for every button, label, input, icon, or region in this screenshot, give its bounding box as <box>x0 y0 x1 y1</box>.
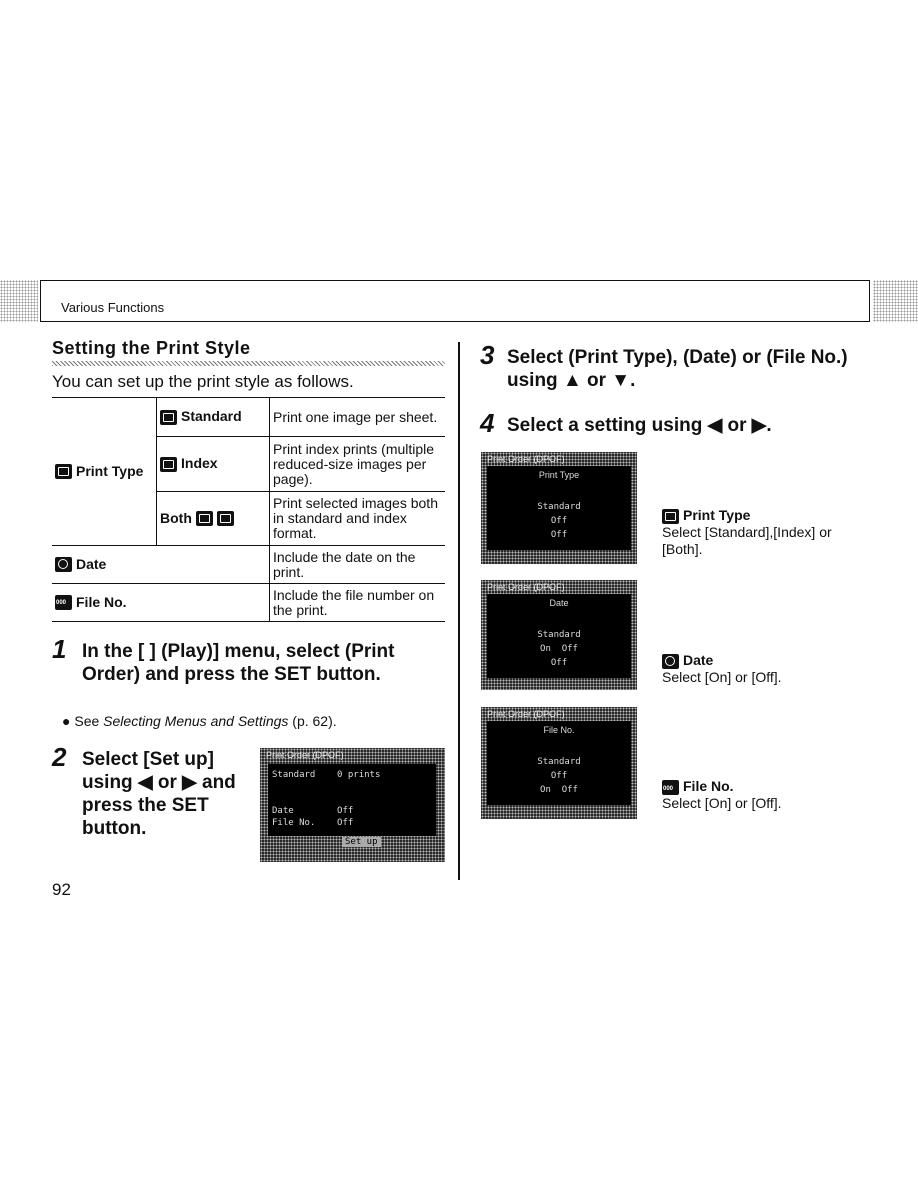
step-number: 2 <box>52 742 67 772</box>
cell-both-desc: Print selected images both in standard a… <box>269 491 445 546</box>
index-icon <box>160 456 177 472</box>
file-number-icon <box>662 779 679 795</box>
column-divider <box>458 342 460 880</box>
intro-text: You can set up the print style as follow… <box>52 372 354 391</box>
section-title: Various Functions <box>61 300 165 315</box>
section-header: Various Functions <box>40 280 870 322</box>
cell-both: Both <box>156 491 270 546</box>
step-3-text: Select (Print Type), (Date) or (File No.… <box>507 347 848 391</box>
title-rule <box>52 361 445 366</box>
set-up-button: Set up <box>342 837 381 847</box>
camera-screen-2: Print Order (DPOF) Date Standard On Off Of… <box>481 580 637 690</box>
edge-tab-left <box>0 280 38 322</box>
page-number: 92 <box>52 880 71 899</box>
file-number-icon <box>55 595 72 611</box>
standard-icon <box>195 511 213 527</box>
caption-3: File No.Select [On] or [Off]. <box>662 778 862 812</box>
date-icon <box>55 557 72 573</box>
caption-1: Print Type Select [Standard],[Index] or [… <box>662 507 832 557</box>
manual-page: Various Functions Setting the Print Styl… <box>0 0 918 1188</box>
camera-screen-3: Print Order (DPOF) File No. Standard Off O… <box>481 707 637 819</box>
camera-screen-1: Print Order (DPOF) Print Type Standard Of… <box>481 452 637 564</box>
cell-print-type: Print Type <box>52 397 157 546</box>
index-icon <box>216 511 234 527</box>
bullet-note: ● See Selecting Menus and Settings (p. 6… <box>62 713 337 729</box>
cell-standard-desc: Print one image per sheet. <box>269 397 445 437</box>
date-icon <box>662 653 679 669</box>
cell-date-desc: Include the date on the print. <box>269 545 445 584</box>
step-2-text: Select [Set up] using ◀ or ▶ and press t… <box>82 749 236 839</box>
step-number: 3 <box>480 340 495 370</box>
cell-date: Date <box>52 545 270 584</box>
cell-index-desc: Print index prints (multiple reduced-siz… <box>269 436 445 492</box>
edge-tab-right <box>873 280 918 322</box>
step-1-text: In the [ ] (Play)] menu, select (Print O… <box>82 641 395 685</box>
standard-icon <box>160 409 177 425</box>
step-number: 1 <box>52 634 67 664</box>
print-style-table: Print Type Standard Print one image per … <box>52 397 445 622</box>
cell-standard: Standard <box>156 397 270 437</box>
cell-file-no-desc: Include the file number on the print. <box>269 583 445 622</box>
step-number: 4 <box>480 408 495 438</box>
page-title: Setting the Print Style <box>52 338 251 358</box>
cell-index: Index <box>156 436 270 492</box>
caption-2: Date Select [On] or [Off]. <box>662 652 782 685</box>
cell-file-no: File No. <box>52 583 270 622</box>
step-4-text: Select a setting using ◀ or ▶. <box>507 415 772 436</box>
print-type-icon <box>55 464 72 480</box>
camera-screen-setup: Print Order (DPOF) Standard 0 prints Dat… <box>260 748 445 862</box>
print-type-icon <box>662 508 679 524</box>
